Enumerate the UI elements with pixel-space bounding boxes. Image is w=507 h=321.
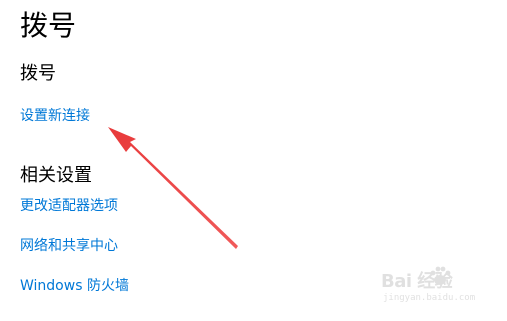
watermark-logo: Bai 经验 jingyan.baidu.com — [381, 263, 493, 311]
settings-page: 拨号 拨号 设置新连接 相关设置 更改适配器选项 网络和共享中心 Windows… — [0, 0, 507, 321]
related-settings-heading: 相关设置 — [20, 165, 92, 186]
watermark-url: jingyan.baidu.com — [383, 293, 476, 303]
setup-new-connection-link[interactable]: 设置新连接 — [20, 106, 90, 126]
paw-icon — [430, 266, 451, 285]
dial-section-heading: 拨号 — [20, 63, 56, 84]
network-sharing-center-link[interactable]: 网络和共享中心 — [20, 236, 118, 256]
arrow-shape — [108, 127, 238, 249]
change-adapter-options-link[interactable]: 更改适配器选项 — [20, 196, 118, 216]
windows-firewall-link[interactable]: Windows 防火墙 — [20, 276, 129, 296]
page-title: 拨号 — [20, 9, 77, 42]
